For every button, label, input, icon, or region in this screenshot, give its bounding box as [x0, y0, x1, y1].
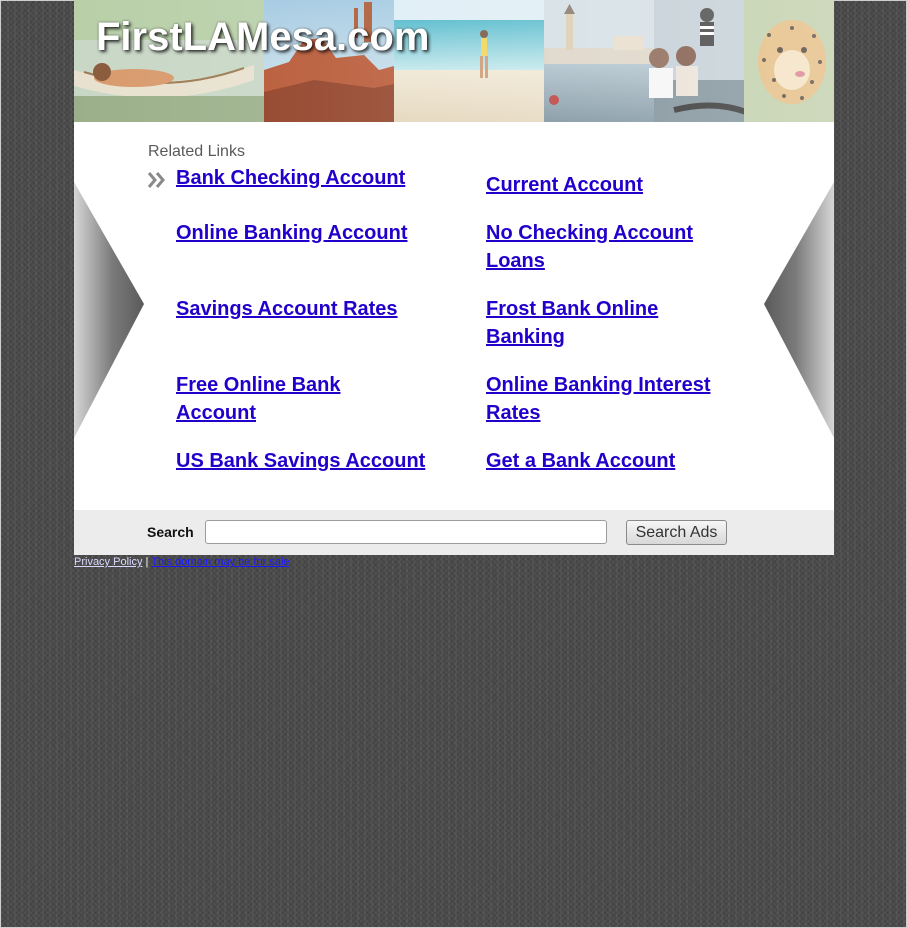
- related-links-heading: Related Links: [148, 143, 245, 160]
- page-container: FirstLAMesa.com Related Links Bank Check…: [74, 0, 834, 568]
- search-label: Search: [147, 524, 194, 540]
- related-link-current-account[interactable]: Current Account: [486, 171, 736, 199]
- related-link-frost-bank-online-banking[interactable]: Frost Bank Online Banking: [486, 295, 686, 351]
- domain-for-sale-link[interactable]: This domain may be for sale: [151, 556, 289, 568]
- left-ribbon-decoration: [74, 182, 144, 438]
- related-link-free-online-bank-account[interactable]: Free Online Bank Account: [176, 371, 376, 427]
- related-link-bank-checking-account[interactable]: Bank Checking Account: [176, 164, 426, 192]
- site-title: FirstLAMesa.com: [96, 15, 430, 59]
- search-ads-button[interactable]: Search Ads: [626, 520, 727, 545]
- privacy-policy-link[interactable]: Privacy Policy: [74, 556, 142, 568]
- related-link-no-checking-account-loans[interactable]: No Checking Account Loans: [486, 219, 716, 275]
- footer: Privacy Policy | This domain may be for sa…: [74, 555, 834, 568]
- header-banner: FirstLAMesa.com: [74, 0, 834, 122]
- footer-separator: |: [145, 556, 149, 568]
- search-input[interactable]: [205, 520, 607, 544]
- related-link-us-bank-savings-account[interactable]: US Bank Savings Account: [176, 447, 436, 475]
- right-ribbon-decoration: [764, 182, 834, 438]
- related-link-online-banking-account[interactable]: Online Banking Account: [176, 219, 426, 247]
- search-bar: Search Search Ads: [74, 510, 834, 555]
- related-link-get-a-bank-account[interactable]: Get a Bank Account: [486, 447, 736, 475]
- related-links-panel: Related Links Bank Checking Account Curr…: [74, 122, 834, 510]
- related-link-online-banking-interest-rates[interactable]: Online Banking Interest Rates: [486, 371, 736, 427]
- double-chevron-right-icon: [147, 172, 165, 188]
- related-link-savings-account-rates[interactable]: Savings Account Rates: [176, 295, 426, 323]
